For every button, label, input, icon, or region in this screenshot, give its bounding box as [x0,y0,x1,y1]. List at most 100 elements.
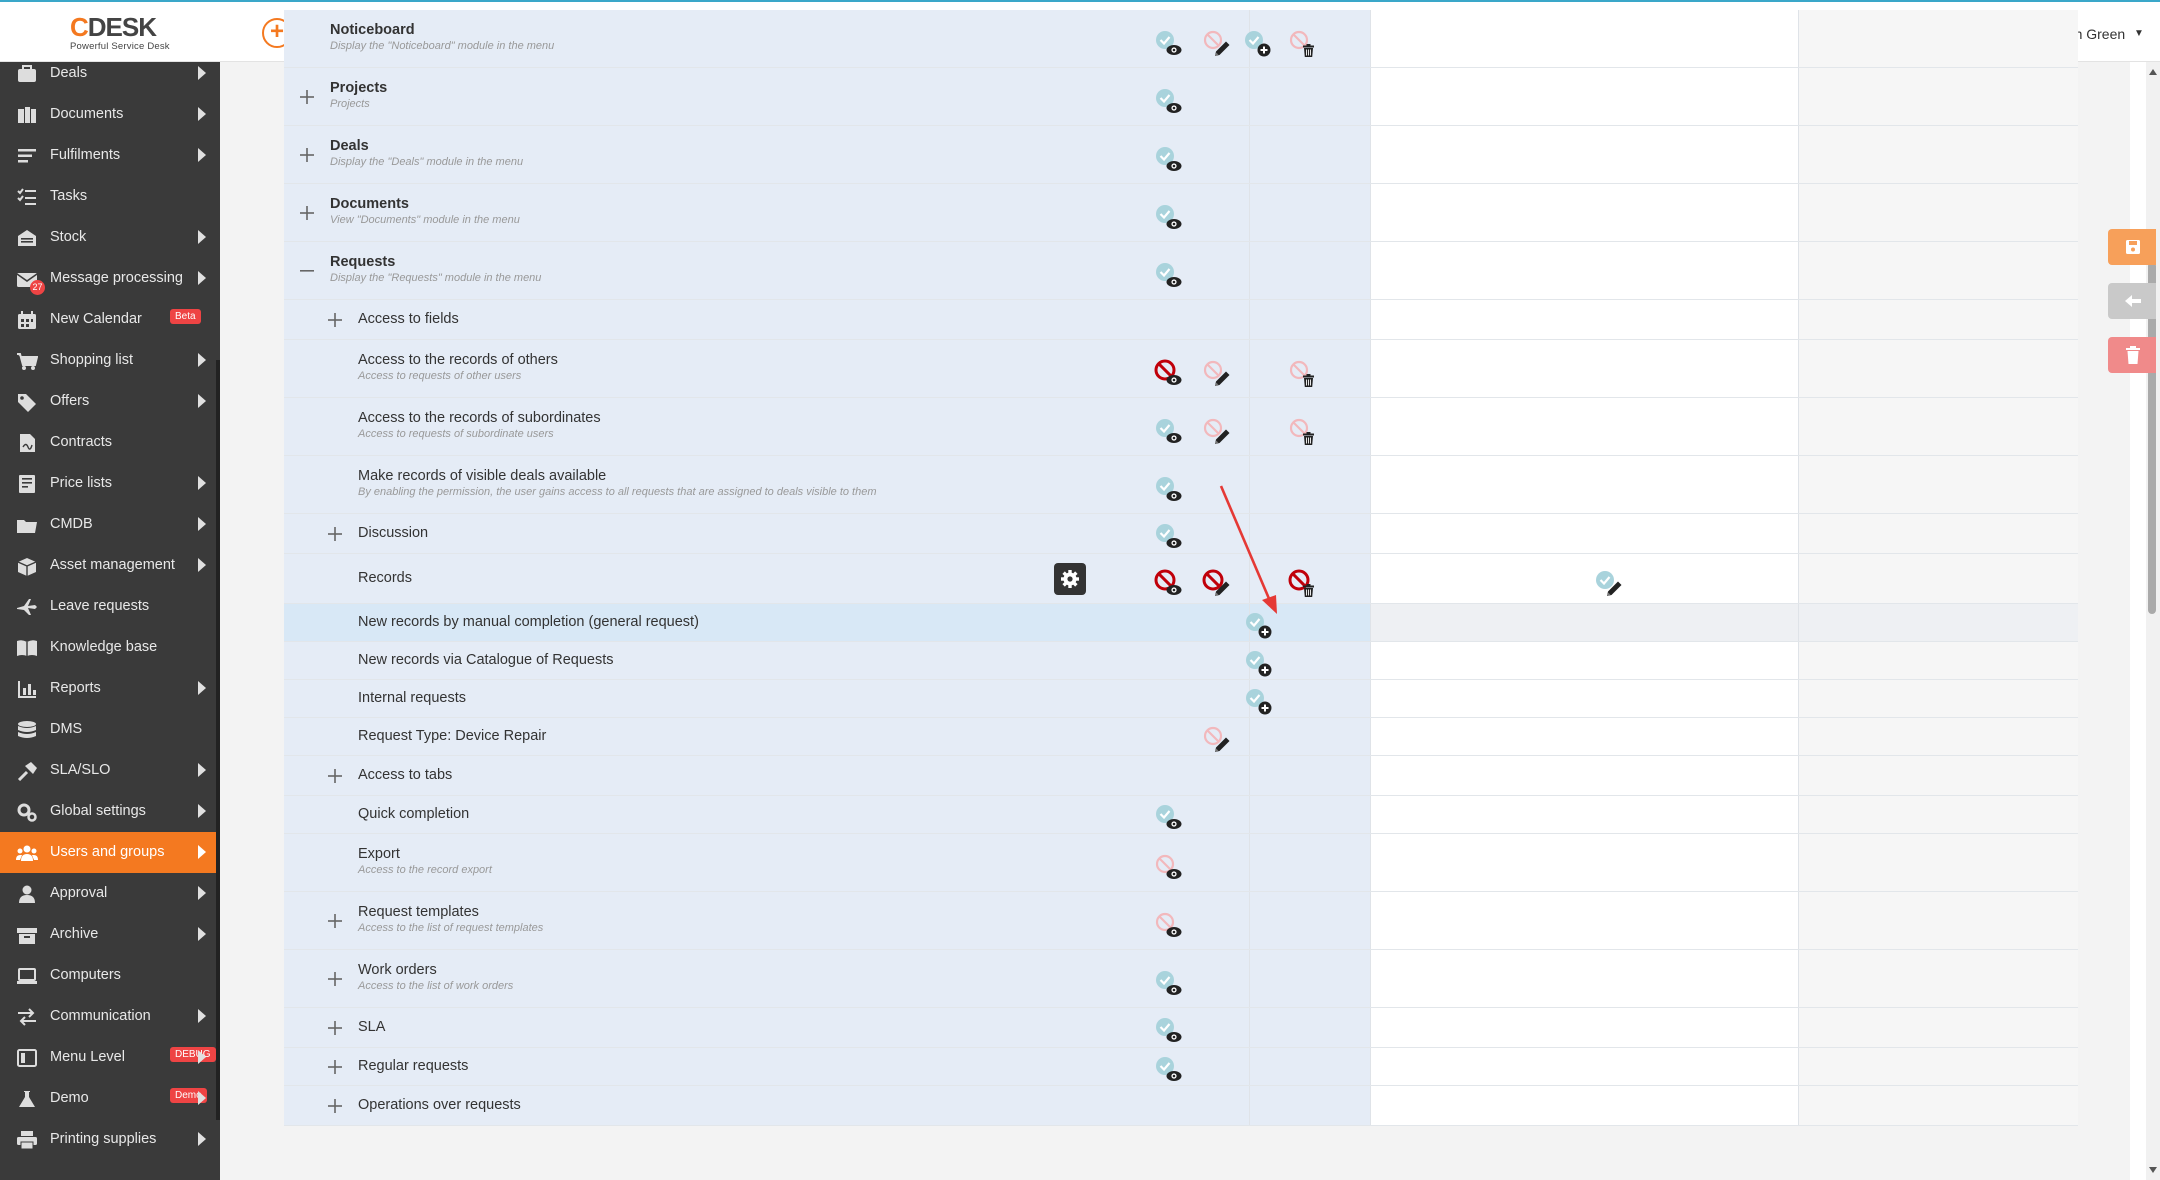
chevron-right-icon[interactable] [198,353,206,367]
expand-icon[interactable] [327,1098,343,1114]
expand-icon[interactable] [299,205,315,221]
permission-title: New records via Catalogue of Requests [358,652,614,668]
sidebar-item-shopping-list[interactable]: Shopping list [0,340,220,381]
sidebar-item-sla-slo[interactable]: SLA/SLO [0,750,220,791]
chevron-right-icon[interactable] [198,804,206,818]
view-permission-allowed-icon[interactable] [1154,1055,1184,1085]
expand-icon[interactable] [327,913,343,929]
sidebar-item-price-lists[interactable]: Price lists [0,463,220,504]
expand-icon[interactable] [299,147,315,163]
edit-permission-unset-icon[interactable] [1202,29,1232,59]
sidebar-item-archive[interactable]: Archive [0,914,220,955]
view-permission-allowed-icon[interactable] [1154,203,1184,233]
scroll-down-icon[interactable] [2146,1164,2160,1176]
expand-icon[interactable] [327,1059,343,1075]
chevron-right-icon[interactable] [198,1050,206,1064]
sidebar-item-contracts[interactable]: Contracts [0,422,220,463]
chevron-right-icon[interactable] [198,927,206,941]
chevron-right-icon[interactable] [198,66,206,80]
sidebar-item-users-and-groups[interactable]: Users and groups [0,832,220,873]
expand-icon[interactable] [299,89,315,105]
chevron-right-icon[interactable] [198,1091,206,1105]
sidebar-item-dms[interactable]: DMS [0,709,220,750]
sidebar-item-reports[interactable]: Reports [0,668,220,709]
chevron-right-icon[interactable] [198,558,206,572]
collapse-icon[interactable] [299,263,315,279]
scroll-up-icon[interactable] [2146,66,2160,78]
expand-icon[interactable] [327,971,343,987]
sidebar-item-tasks[interactable]: Tasks [0,176,220,217]
view-permission-allowed-icon[interactable] [1154,29,1184,59]
view-permission-allowed-icon[interactable] [1154,522,1184,552]
view-permission-allowed-icon[interactable] [1154,87,1184,117]
save-button[interactable] [2108,229,2156,265]
chevron-right-icon[interactable] [198,1009,206,1023]
edit-permission-unset-icon[interactable] [1202,359,1232,389]
edit-permission-unset-icon[interactable] [1202,417,1232,447]
chevron-right-icon[interactable] [198,681,206,695]
folder-open-icon [17,520,37,533]
edit-permission-unset-icon[interactable] [1202,725,1232,755]
sidebar-item-menu-level[interactable]: Menu Level DEBUG [0,1037,220,1078]
chevron-right-icon[interactable] [198,517,206,531]
view-permission-unset-icon[interactable] [1154,853,1184,883]
edit-permission-allowed-icon[interactable] [1594,569,1624,599]
add-permission-allowed-icon[interactable] [1244,649,1274,679]
view-permission-allowed-icon[interactable] [1154,417,1184,447]
chevron-right-icon[interactable] [198,763,206,777]
delete-permission-denied-icon[interactable] [1288,569,1318,599]
sidebar-item-leave-requests[interactable]: Leave requests [0,586,220,627]
settings-button[interactable] [1054,563,1086,595]
chevron-right-icon[interactable] [198,886,206,900]
delete-permission-unset-icon[interactable] [1288,417,1318,447]
chevron-right-icon[interactable] [198,476,206,490]
view-permission-allowed-icon[interactable] [1154,803,1184,833]
view-permission-denied-icon[interactable] [1154,359,1184,389]
expand-icon[interactable] [327,312,343,328]
view-permission-allowed-icon[interactable] [1154,145,1184,175]
sidebar-item-computers[interactable]: Computers [0,955,220,996]
sidebar-item-offers[interactable]: Offers [0,381,220,422]
expand-icon[interactable] [327,1020,343,1036]
delete-permission-unset-icon[interactable] [1288,359,1318,389]
chevron-right-icon[interactable] [198,394,206,408]
chevron-right-icon[interactable] [198,271,206,285]
sidebar-item-message-processing[interactable]: Message processing 27 [0,258,220,299]
view-permission-allowed-icon[interactable] [1154,261,1184,291]
chevron-right-icon[interactable] [198,230,206,244]
sidebar-item-demo[interactable]: Demo Demo [0,1078,220,1119]
chevron-right-icon[interactable] [198,1132,206,1146]
sidebar-item-asset-management[interactable]: Asset management [0,545,220,586]
sidebar-item-approval[interactable]: Approval [0,873,220,914]
chevron-right-icon[interactable] [198,148,206,162]
expand-icon[interactable] [327,768,343,784]
back-button[interactable] [2108,283,2156,319]
contract-icon [20,434,35,452]
expand-icon[interactable] [327,526,343,542]
logo[interactable]: CDESK Powerful Service Desk [70,14,190,54]
view-permission-allowed-icon[interactable] [1154,969,1184,999]
sidebar-item-knowledge-base[interactable]: Knowledge base [0,627,220,668]
delete-button[interactable] [2108,337,2156,373]
add-permission-allowed-icon[interactable] [1244,687,1274,717]
add-permission-allowed-icon[interactable] [1243,29,1273,59]
view-permission-allowed-icon[interactable] [1154,475,1184,505]
view-permission-denied-icon[interactable] [1154,569,1184,599]
sidebar-item-global-settings[interactable]: Global settings [0,791,220,832]
sidebar-item-stock[interactable]: Stock [0,217,220,258]
delete-permission-unset-icon[interactable] [1288,29,1318,59]
view-permission-allowed-icon[interactable] [1154,1016,1184,1046]
sidebar-item-cmdb[interactable]: CMDB [0,504,220,545]
sidebar-item-new-calendar[interactable]: New Calendar Beta [0,299,220,340]
sidebar-item-deals[interactable]: Deals [0,53,220,94]
sidebar-item-printing-supplies[interactable]: Printing supplies [0,1119,220,1160]
sidebar-item-label: Leave requests [50,598,150,614]
chevron-right-icon[interactable] [198,845,206,859]
add-permission-allowed-icon[interactable] [1244,611,1274,641]
sidebar-item-fulfilments[interactable]: Fulfilments [0,135,220,176]
sidebar-item-documents[interactable]: Documents [0,94,220,135]
edit-permission-denied-icon[interactable] [1202,569,1232,599]
view-permission-unset-icon[interactable] [1154,911,1184,941]
chevron-right-icon[interactable] [198,107,206,121]
sidebar-item-communication[interactable]: Communication [0,996,220,1037]
